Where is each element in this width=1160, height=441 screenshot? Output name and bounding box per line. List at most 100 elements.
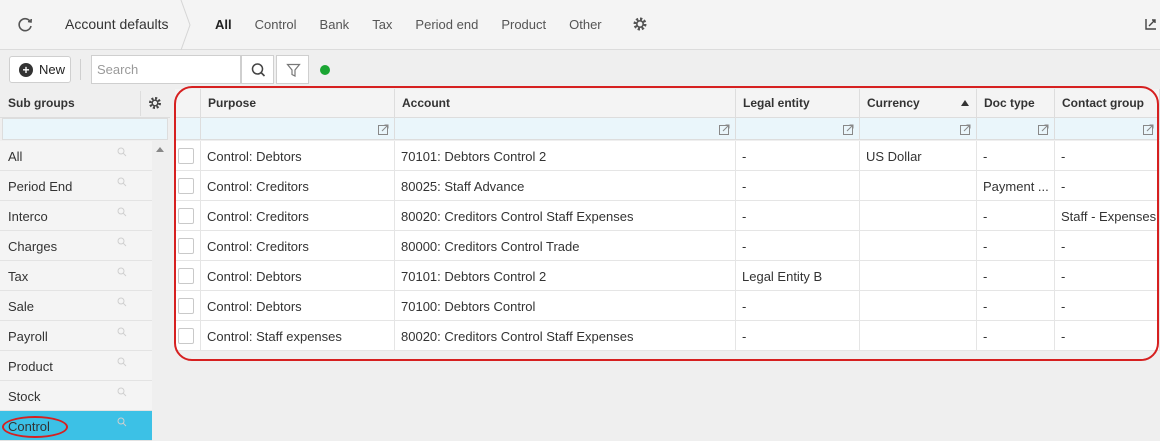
magnifier-icon[interactable] — [117, 355, 127, 367]
filter-cell-account[interactable] — [395, 118, 736, 140]
filter-cell-purpose[interactable] — [201, 118, 395, 140]
table-row[interactable]: Control: Debtors 70101: Debtors Control 2… — [175, 141, 1160, 171]
table-row[interactable]: Control: Creditors 80020: Creditors Contr… — [175, 201, 1160, 231]
table-cell: 70101: Debtors Control 2 — [395, 141, 736, 171]
subgroup-item-payroll[interactable]: Payroll — [0, 321, 152, 351]
tab-other[interactable]: Other — [569, 17, 602, 32]
cell-value: 80020: Creditors Control Staff Expenses — [401, 209, 634, 224]
filter-cell-legal-entity[interactable] — [736, 118, 860, 140]
table-cell — [860, 291, 977, 321]
row-select-cell — [175, 291, 201, 321]
cell-value: US Dollar — [866, 149, 922, 164]
table-row[interactable]: Control: Creditors 80000: Creditors Contr… — [175, 231, 1160, 261]
cell-value: - — [742, 329, 747, 344]
row-checkbox[interactable] — [178, 178, 194, 194]
open-filter-icon[interactable] — [960, 123, 971, 135]
subgroup-item-sale[interactable]: Sale — [0, 291, 152, 321]
scroll-up-icon[interactable] — [156, 147, 164, 152]
magnifier-icon[interactable] — [117, 385, 127, 397]
tab-control[interactable]: Control — [255, 17, 297, 32]
new-button[interactable]: + New — [9, 56, 71, 83]
magnifier-icon[interactable] — [117, 145, 127, 157]
subgroup-item-period-end[interactable]: Period End — [0, 171, 152, 201]
toolbar-divider — [80, 59, 81, 80]
table-row[interactable]: Control: Debtors 70100: Debtors Control - -… — [175, 291, 1160, 321]
cell-value: 70100: Debtors Control — [401, 299, 536, 314]
row-checkbox[interactable] — [178, 208, 194, 224]
magnifier-icon[interactable] — [117, 265, 127, 277]
cell-value: Control: Debtors — [207, 299, 302, 314]
column-header-label: Legal entity — [743, 96, 810, 110]
subgroup-item-charges[interactable]: Charges — [0, 231, 152, 261]
row-checkbox[interactable] — [178, 328, 194, 344]
table-cell: Control: Creditors — [201, 171, 395, 201]
magnifier-icon[interactable] — [117, 295, 127, 307]
select-all-header[interactable] — [175, 89, 201, 118]
gear-icon[interactable] — [147, 95, 163, 111]
subgroup-item-label: Stock — [8, 389, 41, 404]
subgroup-item-control[interactable]: Control — [0, 411, 152, 441]
row-checkbox[interactable] — [178, 298, 194, 314]
gear-icon[interactable] — [631, 15, 649, 33]
row-checkbox[interactable] — [178, 148, 194, 164]
magnifier-icon[interactable] — [117, 175, 127, 187]
tab-period-end[interactable]: Period end — [415, 17, 478, 32]
tab-bank[interactable]: Bank — [320, 17, 350, 32]
subgroup-item-product[interactable]: Product — [0, 351, 152, 381]
open-filter-icon[interactable] — [1038, 123, 1049, 135]
table-row[interactable]: Control: Creditors 80025: Staff Advance - P… — [175, 171, 1160, 201]
column-header-doc-type[interactable]: Doc type — [977, 89, 1055, 118]
sort-ascending-icon[interactable] — [961, 100, 969, 106]
filter-cell-doc-type[interactable] — [977, 118, 1055, 140]
tab-tax[interactable]: Tax — [372, 17, 392, 32]
cell-value: Control: Creditors — [207, 209, 309, 224]
cell-value: - — [983, 299, 988, 314]
subgroups-scrollbar[interactable] — [152, 141, 168, 441]
subgroup-item-label: Payroll — [8, 329, 48, 344]
cell-value: Control: Creditors — [207, 239, 309, 254]
subgroup-item-label: Interco — [8, 209, 48, 224]
row-select-cell — [175, 171, 201, 201]
cell-value: - — [742, 299, 747, 314]
magnifier-icon[interactable] — [117, 325, 127, 337]
search-button[interactable] — [241, 55, 274, 84]
table-row[interactable]: Control: Staff expenses 80020: Creditors … — [175, 321, 1160, 351]
column-header-account[interactable]: Account — [395, 89, 736, 118]
export-icon[interactable] — [1144, 17, 1158, 31]
column-header-currency[interactable]: Currency — [860, 89, 977, 118]
filter-button[interactable] — [276, 55, 309, 84]
subgroup-item-interco[interactable]: Interco — [0, 201, 152, 231]
magnifier-icon[interactable] — [117, 205, 127, 217]
row-select-cell — [175, 321, 201, 351]
magnifier-icon[interactable] — [117, 235, 127, 247]
open-filter-icon[interactable] — [378, 123, 389, 135]
column-header-contact-group[interactable]: Contact group — [1055, 89, 1160, 118]
cell-value: - — [983, 329, 988, 344]
open-filter-icon[interactable] — [719, 123, 730, 135]
tab-all[interactable]: All — [215, 17, 232, 32]
table-row[interactable]: Control: Debtors 70101: Debtors Control 2… — [175, 261, 1160, 291]
cell-value: - — [742, 149, 747, 164]
row-checkbox[interactable] — [178, 238, 194, 254]
open-filter-icon[interactable] — [843, 123, 854, 135]
subgroup-item-all[interactable]: All — [0, 141, 152, 171]
cell-value: 80025: Staff Advance — [401, 179, 525, 194]
table-cell: Control: Creditors — [201, 231, 395, 261]
cell-value: - — [983, 269, 988, 284]
filter-cell-currency[interactable] — [860, 118, 977, 140]
table-cell: - — [736, 201, 860, 231]
row-checkbox[interactable] — [178, 268, 194, 284]
filter-cell-contact-group[interactable] — [1055, 118, 1160, 140]
column-header-purpose[interactable]: Purpose — [201, 89, 395, 118]
subgroup-item-tax[interactable]: Tax — [0, 261, 152, 291]
open-filter-icon[interactable] — [1143, 123, 1154, 135]
refresh-icon[interactable] — [14, 14, 36, 36]
subgroups-filter-row[interactable] — [2, 118, 168, 140]
magnifier-icon[interactable] — [117, 415, 127, 427]
subgroup-item-stock[interactable]: Stock — [0, 381, 152, 411]
search-input[interactable] — [91, 55, 241, 84]
cell-value: - — [1061, 239, 1066, 254]
column-header-legal-entity[interactable]: Legal entity — [736, 89, 860, 118]
table-cell: - — [1055, 141, 1160, 171]
tab-product[interactable]: Product — [501, 17, 546, 32]
